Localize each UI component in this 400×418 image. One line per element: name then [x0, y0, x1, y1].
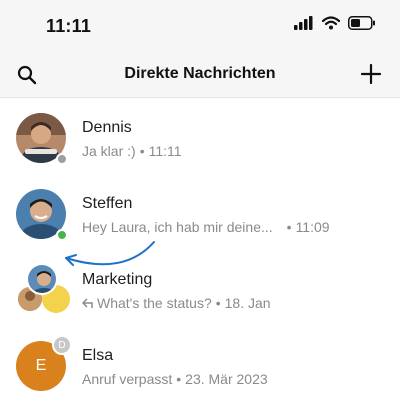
chat-name: Marketing: [82, 271, 153, 288]
message-time: 18. Jan: [224, 295, 271, 311]
battery-icon: [348, 16, 375, 30]
page-title: Direkte Nachrichten: [124, 65, 276, 82]
message-time: 11:11: [148, 143, 182, 159]
group-avatar-marketing: [16, 263, 70, 317]
message-time: 23. Mär 2023: [185, 371, 268, 387]
new-message-button[interactable]: [358, 61, 384, 87]
plus-icon: [361, 64, 381, 84]
chat-row-steffen[interactable]: Steffen Hey Laura, ich hab mir deine... •…: [0, 183, 400, 259]
secondary-avatar-badge: D: [52, 335, 72, 355]
reply-arrow-icon: [81, 298, 93, 308]
chat-preview: Anruf verpasst • 23. Mär 2023: [82, 371, 268, 387]
chat-preview: Ja klar :) • 11:11: [82, 143, 182, 159]
message-preview: Ja klar :): [82, 143, 136, 159]
avatar-elsa: E D: [16, 335, 72, 395]
avatar-dennis: [16, 113, 70, 167]
chat-name: Elsa: [82, 347, 114, 364]
cellular-signal-icon: [294, 16, 313, 30]
message-preview: Hey Laura, ich hab mir deine...: [82, 219, 273, 235]
chat-preview: What's the status? • 18. Jan: [81, 295, 271, 311]
status-bar: 11:11: [0, 0, 400, 52]
chat-name: Steffen: [82, 195, 133, 212]
message-time: 11:09: [295, 219, 330, 235]
presence-indicator-online: [56, 229, 68, 241]
message-preview: What's the status?: [97, 295, 212, 311]
chat-row-dennis[interactable]: Dennis Ja klar :) • 11:11: [0, 107, 400, 183]
separator-dot: •: [139, 143, 145, 159]
separator-dot: •: [215, 295, 221, 311]
chat-preview: Hey Laura, ich hab mir deine... • 11:09: [82, 219, 330, 235]
group-member-avatar: [26, 263, 58, 295]
separator-dot: •: [176, 371, 182, 387]
avatar-steffen: [16, 189, 70, 243]
chat-row-elsa[interactable]: E D Elsa Anruf verpasst • 23. Mär 2023: [0, 335, 400, 411]
chat-name: Dennis: [82, 119, 132, 136]
presence-indicator-offline: [56, 153, 68, 165]
header-bar: Direkte Nachrichten: [0, 52, 400, 98]
chat-row-marketing[interactable]: Marketing What's the status? • 18. Jan: [0, 259, 400, 335]
status-icons: [294, 16, 376, 30]
wifi-icon: [322, 16, 340, 30]
message-preview: Anruf verpasst: [82, 371, 173, 387]
status-time: 11:11: [46, 16, 92, 36]
separator-dot: •: [286, 219, 292, 235]
